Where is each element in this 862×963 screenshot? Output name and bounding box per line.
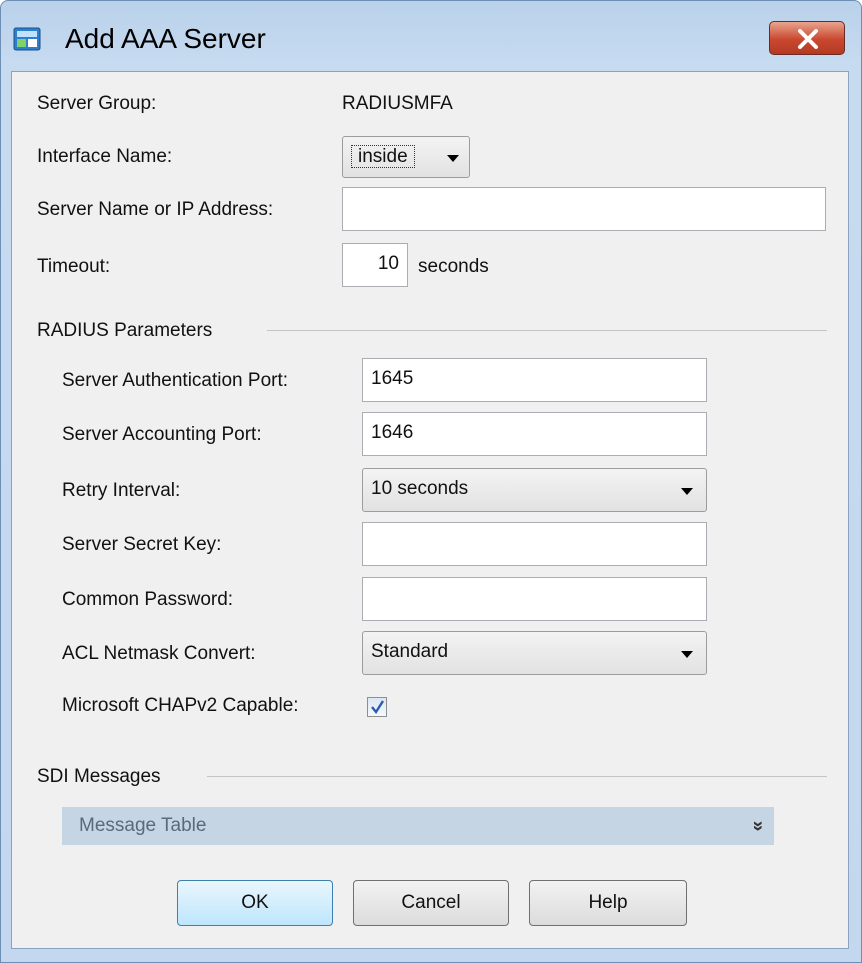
common-password-input[interactable] — [362, 577, 707, 621]
secret-key-input[interactable] — [362, 522, 707, 566]
acl-netmask-label: ACL Netmask Convert: — [62, 643, 256, 664]
window-title: Add AAA Server — [65, 23, 266, 54]
cancel-button[interactable]: Cancel — [353, 880, 509, 926]
interface-name-select[interactable]: inside — [342, 136, 470, 178]
app-icon — [13, 27, 41, 51]
message-table-bar[interactable]: Message Table » — [62, 807, 774, 845]
chevron-down-icon — [681, 488, 693, 495]
server-name-input[interactable] — [342, 187, 826, 231]
chevron-down-icon — [681, 651, 693, 658]
server-group-value: RADIUSMFA — [342, 93, 453, 114]
interface-name-label: Interface Name: — [37, 146, 173, 167]
acl-netmask-value: Standard — [371, 641, 449, 662]
retry-interval-label: Retry Interval: — [62, 480, 181, 501]
expand-icon[interactable]: » — [738, 821, 776, 832]
timeout-unit: seconds — [418, 256, 489, 277]
chapv2-label: Microsoft CHAPv2 Capable: — [62, 695, 299, 716]
common-password-label: Common Password: — [62, 589, 234, 610]
auth-port-label: Server Authentication Port: — [62, 370, 289, 391]
timeout-input[interactable]: 10 — [342, 243, 408, 287]
server-name-label: Server Name or IP Address: — [37, 199, 274, 220]
close-button[interactable] — [769, 21, 845, 55]
dialog-window: Add AAA Server Server Group: RADIUSMFA I… — [0, 0, 862, 963]
server-group-label: Server Group: — [37, 93, 157, 114]
auth-port-input[interactable]: 1645 — [362, 358, 707, 402]
ok-button[interactable]: OK — [177, 880, 333, 926]
close-icon — [798, 29, 818, 49]
interface-name-value: inside — [351, 145, 415, 168]
chapv2-checkbox[interactable] — [367, 697, 387, 717]
group-divider — [207, 776, 827, 777]
secret-key-label: Server Secret Key: — [62, 534, 222, 555]
title-bar[interactable]: Add AAA Server — [1, 1, 861, 71]
help-button[interactable]: Help — [529, 880, 687, 926]
radius-parameters-heading: RADIUS Parameters — [37, 320, 213, 341]
timeout-label: Timeout: — [37, 256, 111, 277]
message-table-label: Message Table — [79, 815, 207, 836]
checkmark-icon — [371, 700, 385, 715]
retry-interval-value: 10 seconds — [371, 478, 469, 499]
acct-port-input[interactable]: 1646 — [362, 412, 707, 456]
chevron-down-icon — [447, 155, 459, 162]
acl-netmask-select[interactable]: Standard — [362, 631, 707, 675]
group-divider — [267, 330, 827, 331]
sdi-messages-heading: SDI Messages — [37, 766, 161, 787]
retry-interval-select[interactable]: 10 seconds — [362, 468, 707, 512]
dialog-body: Server Group: RADIUSMFA Interface Name: … — [11, 71, 849, 949]
acct-port-label: Server Accounting Port: — [62, 424, 262, 445]
